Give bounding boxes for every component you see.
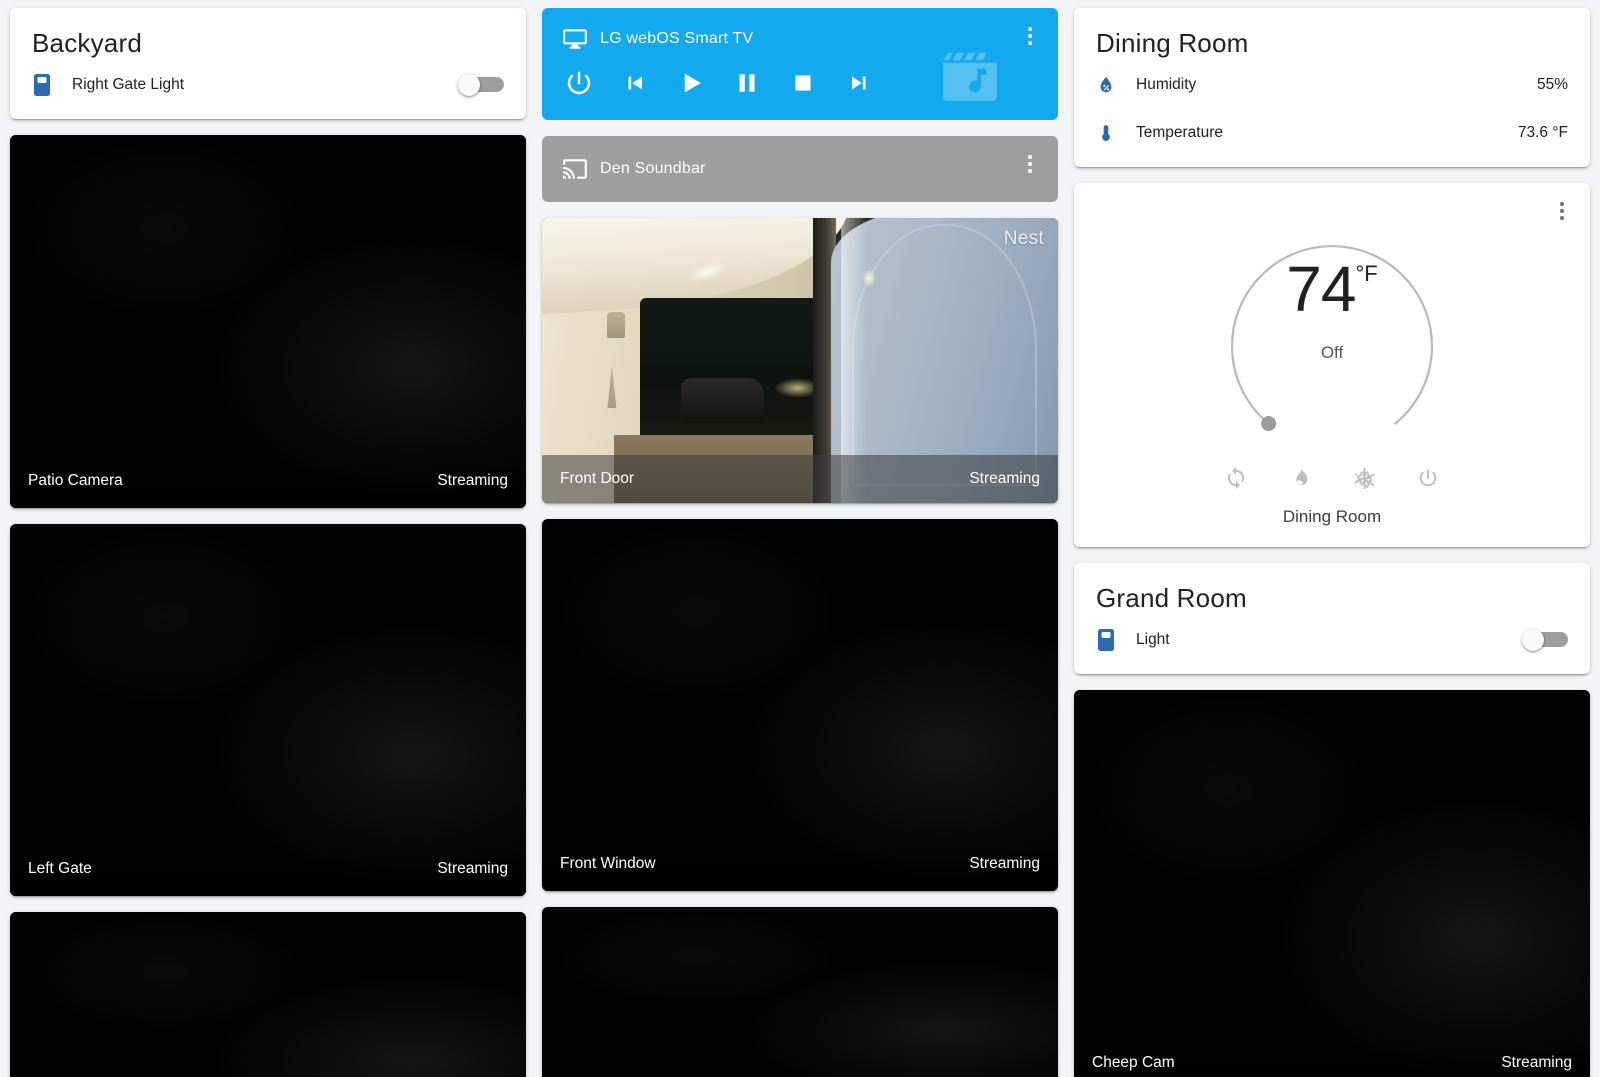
media-player-card-lg-webos-smart-tv[interactable]: LG webOS Smart TV — [542, 8, 1058, 120]
camera-status: Streaming — [969, 855, 1040, 872]
more-vertical-icon-media-tv[interactable] — [1016, 22, 1044, 50]
backyard-entities-card: Backyard Right Gate Light — [10, 8, 526, 119]
thermostat-state: Off — [1320, 343, 1344, 362]
thermometer-icon — [1096, 121, 1136, 145]
camera-card-cheep-cam[interactable]: Cheep Cam Streaming — [1074, 690, 1590, 1077]
camera-status: Streaming — [1501, 1054, 1572, 1071]
column-middle: LG webOS Smart TV Den Soundbar Nest Fron… — [542, 8, 1058, 1077]
entity-row-right-gate-light[interactable]: Right Gate Light — [10, 63, 526, 119]
fire-icon-button[interactable] — [1287, 465, 1313, 491]
card-title-grand-room: Grand Room — [1096, 583, 1247, 613]
entity-name: Light — [1136, 631, 1170, 648]
card-title-dining-room: Dining Room — [1096, 28, 1249, 58]
camera-footer: Front Door Streaming — [542, 455, 1058, 503]
snowflake-icon-button[interactable] — [1351, 465, 1377, 491]
camera-name: Front Door — [560, 470, 635, 487]
toggle-knob — [458, 74, 480, 96]
television-icon — [562, 26, 588, 52]
toggle-knob — [1522, 629, 1544, 651]
pause-icon-button[interactable] — [730, 66, 764, 100]
thermostat-temperature: 74 — [1286, 253, 1356, 325]
media-controls — [542, 52, 1058, 120]
camera-feed — [542, 907, 1058, 1077]
camera-status: Streaming — [969, 470, 1040, 487]
grand-room-entities-card: Grand Room Light — [1074, 563, 1590, 674]
camera-card-unlabeled-bottom-middle[interactable] — [542, 907, 1058, 1077]
light-switch-icon — [1096, 628, 1136, 652]
entity-row-temperature[interactable]: Temperature 73.6 °F — [1074, 111, 1590, 167]
autorenew-icon-button[interactable] — [1223, 465, 1249, 491]
entity-name: Temperature — [1136, 124, 1224, 141]
camera-footer: Left Gate Streaming — [10, 842, 526, 896]
camera-footer: Patio Camera Streaming — [10, 454, 526, 508]
camera-name: Left Gate — [28, 860, 92, 877]
toggle-grand-room-light[interactable] — [1522, 629, 1568, 651]
camera-feed — [10, 524, 526, 896]
camera-feed — [542, 519, 1058, 891]
entity-name: Right Gate Light — [72, 76, 185, 93]
entity-name: Humidity — [1136, 76, 1197, 93]
skip-previous-icon-button[interactable] — [618, 66, 652, 100]
more-vertical-icon-thermostat[interactable] — [1548, 197, 1576, 225]
thermostat-mode-row — [1074, 465, 1590, 491]
camera-card-left-gate[interactable]: Left Gate Streaming — [10, 524, 526, 896]
light-switch-icon — [32, 73, 72, 97]
camera-name: Cheep Cam — [1092, 1054, 1175, 1071]
camera-name: Patio Camera — [28, 472, 123, 489]
camera-footer: Front Window Streaming — [542, 837, 1058, 891]
camera-card-front-window[interactable]: Front Window Streaming — [542, 519, 1058, 891]
camera-status: Streaming — [437, 472, 508, 489]
media-header: Den Soundbar — [542, 136, 1058, 202]
thermostat-name: Dining Room — [1282, 507, 1382, 526]
more-vertical-icon-media-soundbar[interactable] — [1016, 150, 1044, 178]
camera-feed — [10, 912, 526, 1077]
camera-feed — [10, 135, 526, 508]
water-percent-icon — [1096, 73, 1136, 97]
thermostat-dial[interactable]: 74°F Off — [1206, 209, 1458, 461]
skip-next-icon-button[interactable] — [842, 66, 876, 100]
nest-watermark: Nest — [1003, 228, 1044, 249]
toggle-right-gate-light[interactable] — [458, 74, 504, 96]
camera-card-front-door[interactable]: Nest Front Door Streaming — [542, 218, 1058, 503]
media-title: LG webOS Smart TV — [600, 30, 754, 47]
column-right: Dining Room Humidity 55% Temperature 73.… — [1074, 8, 1590, 1077]
entity-row-humidity[interactable]: Humidity 55% — [1074, 63, 1590, 111]
thermostat-readout: 74°F Off — [1206, 257, 1458, 363]
entity-rows: Humidity 55% Temperature 73.6 °F — [1074, 63, 1590, 167]
entity-value: 55% — [1536, 76, 1568, 93]
card-title-backyard: Backyard — [32, 28, 142, 58]
entity-value: 73.6 °F — [1517, 124, 1568, 141]
dashboard-grid: Backyard Right Gate Light Patio Camera S… — [0, 0, 1600, 1077]
camera-name: Front Window — [560, 855, 656, 872]
camera-status: Streaming — [437, 860, 508, 877]
cast-icon — [562, 156, 588, 182]
stop-icon-button[interactable] — [786, 66, 820, 100]
column-left: Backyard Right Gate Light Patio Camera S… — [10, 8, 526, 1077]
thermostat-unit: °F — [1355, 261, 1378, 286]
thermostat-card-dining-room: 74°F Off Dining Room — [1074, 183, 1590, 547]
camera-feed — [1074, 690, 1590, 1077]
power-icon-button[interactable] — [562, 66, 596, 100]
media-title: Den Soundbar — [600, 160, 706, 177]
media-header: LG webOS Smart TV — [542, 8, 1058, 52]
dining-room-entities-card: Dining Room Humidity 55% Temperature 73.… — [1074, 8, 1590, 167]
camera-footer: Cheep Cam Streaming — [1074, 1036, 1590, 1077]
media-player-card-den-soundbar[interactable]: Den Soundbar — [542, 136, 1058, 202]
entity-row-grand-room-light[interactable]: Light — [1074, 618, 1590, 674]
play-icon-button[interactable] — [674, 66, 708, 100]
camera-card-patio-camera[interactable]: Patio Camera Streaming — [10, 135, 526, 508]
power-icon-button-thermostat[interactable] — [1415, 465, 1441, 491]
camera-card-unlabeled-bottom-left[interactable] — [10, 912, 526, 1077]
